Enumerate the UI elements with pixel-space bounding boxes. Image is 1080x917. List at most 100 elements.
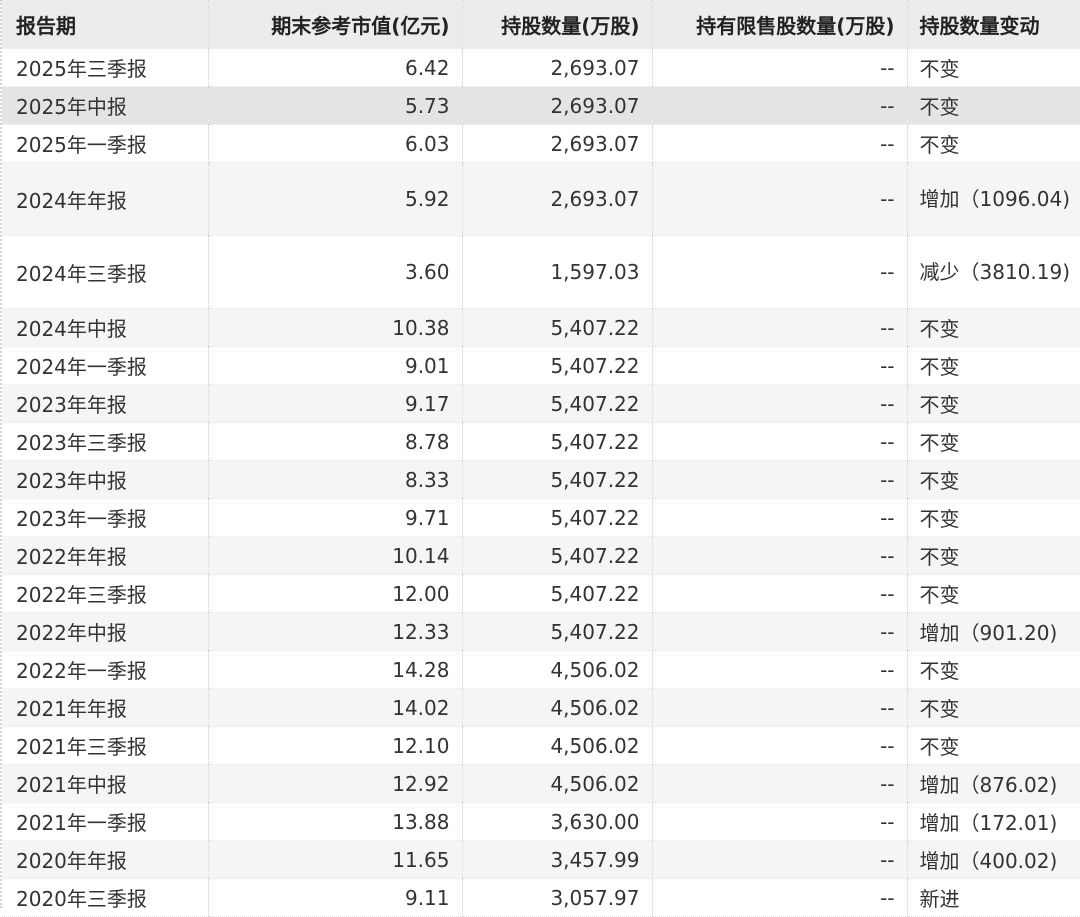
restricted-shares-cell: -- xyxy=(651,422,907,461)
market-value-cell: 13.88 xyxy=(207,802,462,841)
table-row[interactable]: 2023年中报 8.33 5,407.22 -- 不变 xyxy=(2,460,1080,499)
table-row[interactable]: 2023年一季报 9.71 5,407.22 -- 不变 xyxy=(2,498,1080,537)
share-change-cell: 不变 xyxy=(906,308,1080,347)
market-value-cell: 5.92 xyxy=(207,162,462,236)
market-value-cell: 12.00 xyxy=(207,574,462,613)
period-cell: 2025年一季报 xyxy=(2,124,208,163)
share-change-cell: 不变 xyxy=(906,124,1080,163)
shares-cell: 4,506.02 xyxy=(461,650,652,689)
period-cell: 2023年中报 xyxy=(2,460,208,499)
shares-cell: 2,693.07 xyxy=(461,162,652,236)
period-cell: 2020年三季报 xyxy=(2,878,208,917)
share-change-cell: 新进 xyxy=(906,878,1080,917)
table-row[interactable]: 2024年一季报 9.01 5,407.22 -- 不变 xyxy=(2,346,1080,385)
market-value-cell: 10.38 xyxy=(207,308,462,347)
share-change-cell: 增加（876.02) xyxy=(906,764,1080,803)
restricted-shares-cell: -- xyxy=(651,840,907,879)
table-row[interactable]: 2022年中报 12.33 5,407.22 -- 增加（901.20) xyxy=(2,612,1080,651)
restricted-shares-cell: -- xyxy=(651,764,907,803)
share-change-cell: 不变 xyxy=(906,574,1080,613)
market-value-cell: 11.65 xyxy=(207,840,462,879)
restricted-shares-cell: -- xyxy=(651,384,907,423)
market-value-cell: 9.11 xyxy=(207,878,462,917)
table-row[interactable]: 2022年一季报 14.28 4,506.02 -- 不变 xyxy=(2,650,1080,689)
share-change-cell: 不变 xyxy=(906,536,1080,575)
table-row[interactable]: 2025年中报 5.73 2,693.07 -- 不变 xyxy=(2,86,1080,125)
table-row[interactable]: 2025年三季报 6.42 2,693.07 -- 不变 xyxy=(2,48,1080,87)
shares-cell: 2,693.07 xyxy=(461,86,652,125)
share-change-cell: 不变 xyxy=(906,346,1080,385)
market-value-cell: 10.14 xyxy=(207,536,462,575)
table-row[interactable]: 2024年中报 10.38 5,407.22 -- 不变 xyxy=(2,308,1080,347)
market-value-cell: 5.73 xyxy=(207,86,462,125)
market-value-cell: 9.17 xyxy=(207,384,462,423)
table-row[interactable]: 2021年三季报 12.10 4,506.02 -- 不变 xyxy=(2,726,1080,765)
shares-cell: 5,407.22 xyxy=(461,536,652,575)
period-cell: 2023年一季报 xyxy=(2,498,208,537)
restricted-shares-cell: -- xyxy=(651,124,907,163)
table-row[interactable]: 2023年年报 9.17 5,407.22 -- 不变 xyxy=(2,384,1080,423)
shares-cell: 5,407.22 xyxy=(461,384,652,423)
shares-cell: 4,506.02 xyxy=(461,726,652,765)
header-restricted-shares[interactable]: 持有限售股数量(万股) xyxy=(651,0,907,49)
header-shares[interactable]: 持股数量(万股) xyxy=(461,0,652,49)
market-value-cell: 9.01 xyxy=(207,346,462,385)
period-cell: 2023年年报 xyxy=(2,384,208,423)
share-change-cell: 增加（901.20) xyxy=(906,612,1080,651)
share-change-cell: 增加（400.02) xyxy=(906,840,1080,879)
header-period[interactable]: 报告期 xyxy=(2,0,208,49)
table-row[interactable]: 2024年年报 5.92 2,693.07 -- 增加（1096.04) xyxy=(2,162,1080,236)
share-change-cell: 不变 xyxy=(906,422,1080,461)
table-row[interactable]: 2022年年报 10.14 5,407.22 -- 不变 xyxy=(2,536,1080,575)
table-row[interactable]: 2021年年报 14.02 4,506.02 -- 不变 xyxy=(2,688,1080,727)
period-cell: 2024年年报 xyxy=(2,162,208,236)
table-row[interactable]: 2020年年报 11.65 3,457.99 -- 增加（400.02) xyxy=(2,840,1080,879)
restricted-shares-cell: -- xyxy=(651,235,907,309)
table-row[interactable]: 2021年中报 12.92 4,506.02 -- 增加（876.02) xyxy=(2,764,1080,803)
restricted-shares-cell: -- xyxy=(651,688,907,727)
restricted-shares-cell: -- xyxy=(651,308,907,347)
table-row[interactable]: 2023年三季报 8.78 5,407.22 -- 不变 xyxy=(2,422,1080,461)
market-value-cell: 12.33 xyxy=(207,612,462,651)
period-cell: 2025年中报 xyxy=(2,86,208,125)
shares-cell: 3,630.00 xyxy=(461,802,652,841)
restricted-shares-cell: -- xyxy=(651,460,907,499)
share-change-cell: 不变 xyxy=(906,86,1080,125)
table-row[interactable]: 2020年三季报 9.11 3,057.97 -- 新进 xyxy=(2,878,1080,917)
market-value-cell: 14.28 xyxy=(207,650,462,689)
restricted-shares-cell: -- xyxy=(651,48,907,87)
shares-cell: 3,457.99 xyxy=(461,840,652,879)
restricted-shares-cell: -- xyxy=(651,612,907,651)
header-market-value[interactable]: 期末参考市值(亿元) xyxy=(207,0,462,49)
table-row[interactable]: 2022年三季报 12.00 5,407.22 -- 不变 xyxy=(2,574,1080,613)
restricted-shares-cell: -- xyxy=(651,536,907,575)
share-change-cell: 不变 xyxy=(906,688,1080,727)
market-value-cell: 6.03 xyxy=(207,124,462,163)
table-row[interactable]: 2021年一季报 13.88 3,630.00 -- 增加（172.01) xyxy=(2,802,1080,841)
table-row[interactable]: 2025年一季报 6.03 2,693.07 -- 不变 xyxy=(2,124,1080,163)
header-share-change[interactable]: 持股数量变动 xyxy=(906,0,1080,49)
share-change-cell: 增加（172.01) xyxy=(906,802,1080,841)
market-value-cell: 3.60 xyxy=(207,235,462,309)
restricted-shares-cell: -- xyxy=(651,498,907,537)
share-change-cell: 减少（3810.19) xyxy=(906,235,1080,309)
share-change-cell: 不变 xyxy=(906,498,1080,537)
period-cell: 2025年三季报 xyxy=(2,48,208,87)
shares-cell: 5,407.22 xyxy=(461,498,652,537)
period-cell: 2024年一季报 xyxy=(2,346,208,385)
shares-cell: 5,407.22 xyxy=(461,612,652,651)
period-cell: 2022年一季报 xyxy=(2,650,208,689)
shares-cell: 5,407.22 xyxy=(461,460,652,499)
market-value-cell: 14.02 xyxy=(207,688,462,727)
share-change-cell: 不变 xyxy=(906,460,1080,499)
market-value-cell: 8.78 xyxy=(207,422,462,461)
shares-cell: 4,506.02 xyxy=(461,764,652,803)
market-value-cell: 12.10 xyxy=(207,726,462,765)
table-row[interactable]: 2024年三季报 3.60 1,597.03 -- 减少（3810.19) xyxy=(2,235,1080,309)
period-cell: 2022年年报 xyxy=(2,536,208,575)
header-row: 报告期 期末参考市值(亿元) 持股数量(万股) 持有限售股数量(万股) 持股数量… xyxy=(2,0,1080,49)
market-value-cell: 6.42 xyxy=(207,48,462,87)
market-value-cell: 12.92 xyxy=(207,764,462,803)
holdings-table: 报告期 期末参考市值(亿元) 持股数量(万股) 持有限售股数量(万股) 持股数量… xyxy=(2,0,1080,917)
period-cell: 2024年三季报 xyxy=(2,235,208,309)
